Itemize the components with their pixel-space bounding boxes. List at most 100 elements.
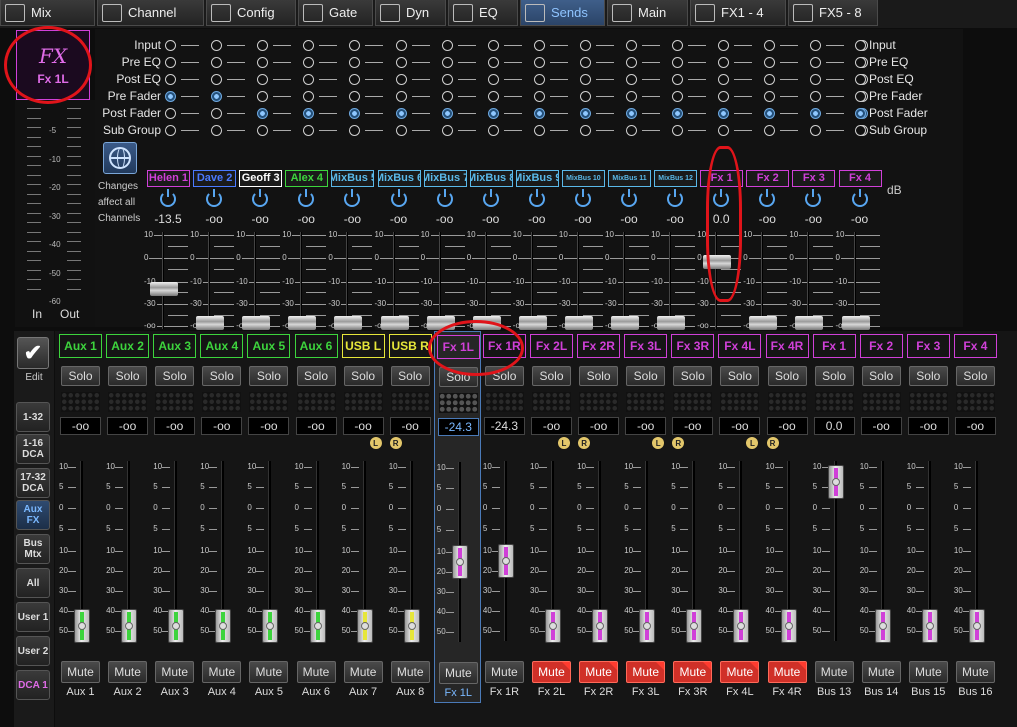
tap-radio[interactable]: [487, 40, 499, 51]
mute-button[interactable]: Mute: [908, 661, 948, 683]
send-power-icon[interactable]: [206, 189, 223, 207]
send-fader-cap[interactable]: [380, 316, 409, 331]
solo-button[interactable]: Solo: [390, 366, 430, 386]
tap-radio[interactable]: [165, 108, 176, 119]
tap-radio[interactable]: [672, 40, 684, 51]
tap-radio[interactable]: [257, 74, 269, 85]
send-power-icon[interactable]: [390, 189, 407, 207]
tap-radio[interactable]: [303, 108, 315, 119]
strip-label[interactable]: USB L: [341, 334, 385, 358]
solo-button[interactable]: Solo: [108, 366, 148, 386]
tap-radio[interactable]: [257, 57, 269, 68]
tap-radio[interactable]: [441, 125, 453, 136]
tap-radio[interactable]: [257, 40, 269, 51]
send-fader[interactable]: 100-10-30-oo: [512, 229, 557, 334]
fader-cap[interactable]: [733, 609, 750, 643]
fader-cap[interactable]: [780, 609, 797, 643]
solo-button[interactable]: Solo: [673, 366, 713, 386]
mute-button[interactable]: Mute: [484, 661, 524, 683]
send-power-icon[interactable]: [621, 189, 637, 207]
tap-radio[interactable]: [579, 57, 591, 68]
tap-radio[interactable]: [764, 74, 776, 85]
send-power-icon[interactable]: [574, 189, 591, 207]
strip-label[interactable]: Aux 2: [106, 334, 150, 358]
tap-radio[interactable]: [718, 74, 730, 85]
tap-radio[interactable]: [349, 125, 361, 136]
send-fader[interactable]: 100-10-30-oo: [374, 229, 419, 334]
tap-radio[interactable]: [626, 91, 637, 102]
mute-button[interactable]: Mute: [955, 661, 995, 683]
tab-config[interactable]: Config: [206, 0, 296, 26]
mute-button[interactable]: Mute: [249, 661, 289, 683]
mute-button[interactable]: Mute: [861, 661, 901, 683]
mute-button[interactable]: Mute: [720, 661, 760, 683]
tap-radio[interactable]: [395, 74, 407, 85]
send-fader[interactable]: 100-10-30-oo: [328, 229, 373, 334]
strip-label[interactable]: Fx 2L: [530, 334, 573, 358]
strip-label[interactable]: Aux 4: [200, 334, 244, 358]
tap-radio[interactable]: [626, 74, 637, 85]
tap-radio[interactable]: [718, 125, 730, 136]
send-power-icon[interactable]: [759, 189, 776, 207]
tap-radio[interactable]: [718, 57, 730, 68]
mute-button[interactable]: Mute: [579, 661, 619, 683]
tap-radio-right[interactable]: [855, 91, 866, 102]
tap-radio[interactable]: [533, 40, 545, 51]
mute-button[interactable]: Mute: [767, 661, 807, 683]
strip-label[interactable]: Fx 3: [906, 334, 950, 358]
send-fader[interactable]: 100-10-30-oo: [651, 229, 696, 334]
tap-radio[interactable]: [211, 74, 223, 85]
tap-radio[interactable]: [764, 125, 776, 136]
solo-button[interactable]: Solo: [202, 366, 242, 386]
tap-radio[interactable]: [764, 108, 776, 119]
strip-label[interactable]: Fx 2R: [577, 334, 621, 358]
tap-radio[interactable]: [441, 57, 453, 68]
tap-radio[interactable]: [349, 91, 361, 102]
mute-button[interactable]: Mute: [390, 661, 430, 683]
fader-cap[interactable]: [262, 609, 279, 643]
tap-radio[interactable]: [533, 57, 545, 68]
tab-eq[interactable]: EQ: [448, 0, 518, 26]
solo-button[interactable]: Solo: [908, 366, 948, 386]
sidebar-button-17-32-dca[interactable]: 17-32 DCA: [16, 468, 50, 498]
tap-radio[interactable]: [303, 91, 315, 102]
tap-radio[interactable]: [810, 74, 822, 85]
sidebar-button-bus-mtx[interactable]: Bus Mtx: [16, 534, 50, 564]
tap-radio[interactable]: [303, 74, 315, 85]
tap-radio[interactable]: [211, 40, 223, 51]
tap-radio[interactable]: [672, 125, 684, 136]
fader-cap[interactable]: [497, 544, 514, 579]
send-power-icon[interactable]: [528, 189, 545, 207]
solo-button[interactable]: Solo: [532, 366, 571, 386]
tap-radio[interactable]: [349, 40, 361, 51]
sidebar-button-1-16-dca[interactable]: 1-16 DCA: [16, 434, 50, 464]
fader-cap[interactable]: [921, 609, 938, 643]
tab-main[interactable]: Main: [607, 0, 688, 26]
tap-radio[interactable]: [579, 91, 591, 102]
fader-cap[interactable]: [121, 609, 138, 643]
tap-radio[interactable]: [395, 125, 407, 136]
tap-radio[interactable]: [395, 57, 407, 68]
solo-button[interactable]: Solo: [955, 366, 995, 386]
tap-radio[interactable]: [395, 91, 407, 102]
solo-button[interactable]: Solo: [720, 366, 760, 386]
strip-label[interactable]: Aux 1: [59, 334, 102, 358]
tap-radio[interactable]: [672, 57, 684, 68]
solo-button[interactable]: Solo: [814, 366, 854, 386]
strip-label[interactable]: Fx 3L: [624, 334, 668, 358]
mute-button[interactable]: Mute: [343, 661, 383, 683]
tap-radio[interactable]: [626, 108, 637, 119]
mute-button[interactable]: Mute: [108, 661, 148, 683]
send-fader-cap[interactable]: [611, 316, 639, 331]
mute-button[interactable]: Mute: [296, 661, 336, 683]
solo-button[interactable]: Solo: [767, 366, 807, 386]
tap-radio[interactable]: [764, 57, 776, 68]
tap-radio[interactable]: [626, 57, 637, 68]
tap-radio[interactable]: [257, 125, 269, 136]
tap-radio[interactable]: [257, 91, 269, 102]
send-fader-cap[interactable]: [841, 316, 870, 331]
tap-radio[interactable]: [487, 91, 499, 102]
strip-label[interactable]: Fx 4L: [718, 334, 762, 358]
tap-radio-right[interactable]: [855, 74, 866, 85]
tap-radio[interactable]: [349, 108, 361, 119]
